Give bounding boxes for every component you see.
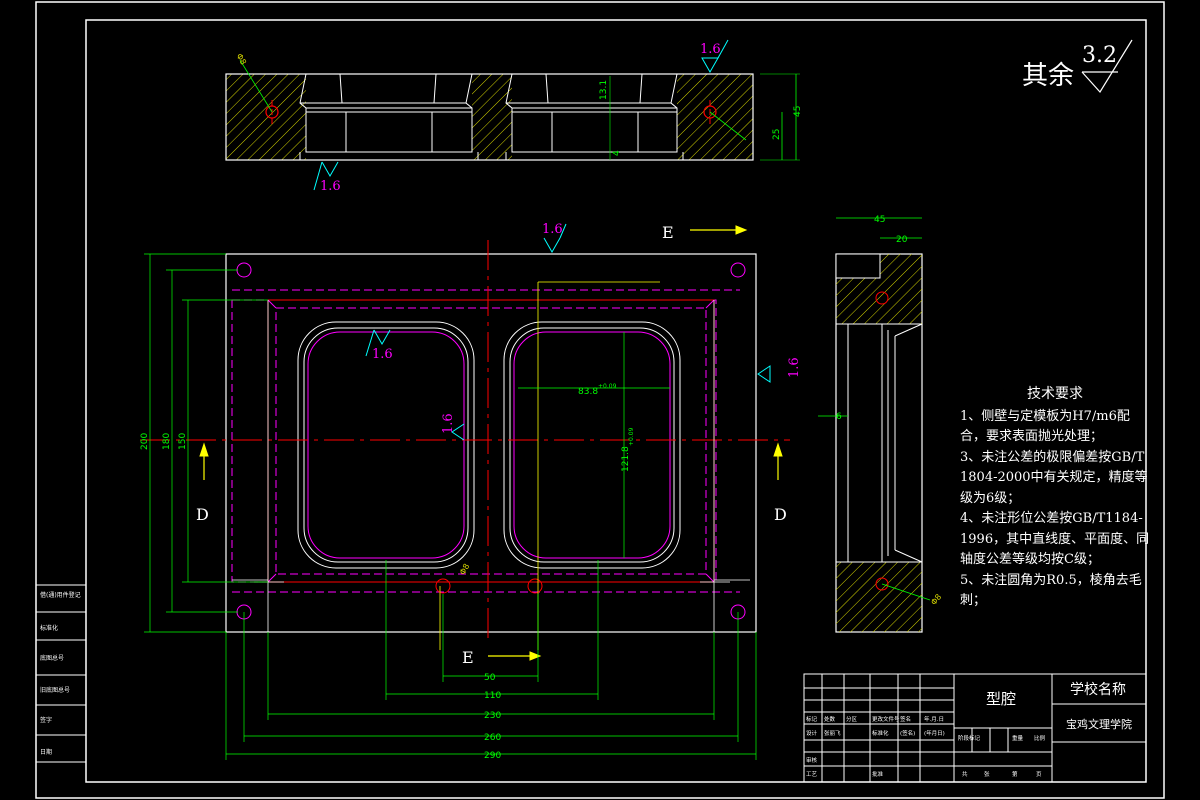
dim-side-6: 6 [836,412,842,422]
dim-cavity-height: 121.8 [621,446,631,472]
tb-approve: 批准 [872,770,884,778]
side-section-view [818,217,931,633]
top-section-view [225,59,800,161]
dim-cavity-width-tol: +0.09 [598,383,617,390]
tb-weight: 重量 [1012,734,1024,742]
tech-req-item: 5、未注圆角为R0.5，棱角去毛刺； [960,572,1142,609]
section-mark-d-right: D [774,505,787,524]
roughness-plan-inner: 1.6 [441,413,456,434]
tb-sheet: 页 [1036,771,1042,778]
tb-scale: 比例 [1034,734,1046,742]
tb-label: 签名 [900,715,911,723]
section-mark-e-bottom: E [462,648,474,667]
title-part-name: 型腔 [986,690,1016,708]
dim-top-4: 4 [612,150,622,156]
tb-process: 工艺 [806,771,818,778]
roughness-plan-top: 1.6 [542,222,563,237]
strip-label: 旧底图总号 [40,686,70,694]
dim-top-45: 45 [793,106,803,117]
tb-label: 处数 [824,715,836,723]
roughness-top-b: 1.6 [320,179,341,194]
tb-label: 年.月.日 [924,715,944,723]
strip-label: 日期 [40,748,52,756]
tb-sheet: 共 [962,770,968,778]
tb-designer: 张丽飞 [824,729,841,737]
dim-plan-150: 150 [178,433,188,450]
dim-260: 260 [484,733,501,743]
section-mark-d-left: D [196,505,209,524]
technical-requirements: 技术要求 1、侧壁与定模板为H7/m6配合，要求表面抛光处理； 3、未注公差的极… [960,384,1150,612]
tb-std: 标准化 [872,729,889,737]
dim-top-25: 25 [772,129,782,140]
dim-50: 50 [484,673,496,683]
plan-view [140,240,790,650]
tb-label: 更改文件号 [872,715,900,723]
dim-top-13-1: 13.1 [599,80,609,100]
dim-side-45: 45 [874,215,885,225]
dim-plan-180: 180 [162,433,172,450]
roughness-rest-value: 3.2 [1082,43,1117,68]
roughness-top-a: 1.6 [700,42,721,57]
tech-req-item: 3、未注公差的极限偏差按GB/T 1804-2000中有关规定，精度等级为6级； [960,449,1148,506]
dim-290: 290 [484,751,501,761]
tb-design: 设计 [806,729,818,737]
tb-date: (年月日) [924,729,945,737]
roughness-rest-label: 其余 [1022,61,1074,91]
title-school-header: 学校名称 [1070,681,1126,698]
dim-side-20: 20 [896,235,908,245]
roughness-plan-cavity: 1.6 [372,347,393,362]
left-strip [35,584,87,763]
tb-label: 标记 [806,715,818,723]
dim-110: 110 [484,691,501,701]
strip-label: 签字 [40,716,52,724]
strip-label: 标准化 [40,624,58,632]
dim-cavity-width: 83.8 [578,387,598,397]
dim-hole-side: Φ8 [929,592,943,607]
section-mark-e-top: E [662,223,674,242]
tb-sheet: 第 [1012,770,1018,778]
tech-req-item: 1、侧壁与定模板为H7/m6配合，要求表面抛光处理； [960,408,1130,445]
dim-hole-top: Φ8 [235,52,248,66]
tech-req-item: 4、未注形位公差按GB/T1184-1996，其中直线度、平面度、同轴度公差等级… [960,511,1150,567]
roughness-plan-side: 1.6 [787,357,802,378]
tech-req-title: 技术要求 [1027,386,1083,402]
title-school-name: 宝鸡文理学院 [1066,717,1132,731]
tb-review: 审核 [806,756,818,764]
strip-label: 借(通)用件登记 [40,591,81,599]
dim-cavity-height-tol: +0.09 [628,427,635,446]
tb-label: 分区 [846,715,858,723]
dim-230: 230 [484,711,501,721]
tb-sign: (签名) [900,729,915,737]
tb-stage: 阶段标记 [958,734,981,742]
tb-sheet: 张 [984,770,990,778]
dim-plan-200: 200 [140,433,150,450]
strip-label: 底图总号 [40,654,64,662]
